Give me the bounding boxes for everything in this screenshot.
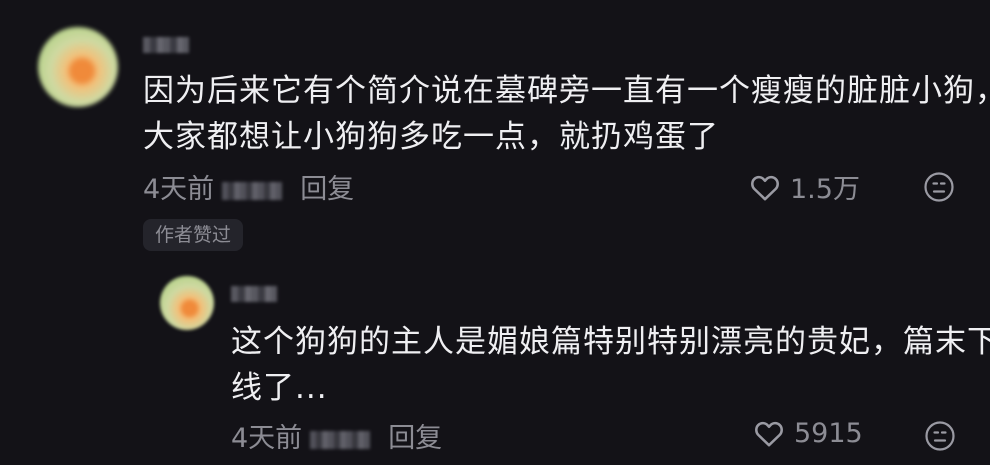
comment-text-line-2: 线了...	[231, 370, 328, 406]
comment-text-line-2: 大家都想让小狗狗多吃一点，就扔鸡蛋了	[143, 119, 719, 155]
username-blurred[interactable]	[231, 286, 277, 302]
comment-meta: 4天前 回复	[143, 167, 354, 206]
comment-meta: 4天前 回复	[231, 416, 442, 455]
like-button[interactable]: 5915	[752, 416, 863, 450]
location-blurred	[222, 181, 283, 200]
author-liked-badge: 作者赞过	[143, 219, 244, 251]
comment-time: 4天前	[143, 174, 215, 205]
comment-text-line-1: 这个狗狗的主人是媚娘篇特别特别漂亮的贵妃，篇末下	[231, 324, 990, 360]
comment-time: 4天前	[231, 423, 303, 454]
heart-icon	[751, 175, 779, 200]
location-blurred	[310, 430, 371, 449]
dislike-face-icon[interactable]	[923, 171, 955, 203]
comment-text-line-1: 因为后来它有个简介说在墓碑旁一直有一个瘦瘦的脏脏小狗，	[143, 73, 990, 109]
reply-button[interactable]: 回复	[300, 174, 354, 205]
reply-button[interactable]: 回复	[388, 423, 442, 454]
heart-icon	[755, 421, 783, 447]
like-count: 1.5万	[790, 174, 860, 205]
username-blurred[interactable]	[143, 37, 189, 53]
dislike-face-icon[interactable]	[924, 420, 956, 452]
avatar[interactable]	[160, 276, 214, 330]
like-count: 5915	[794, 417, 863, 449]
avatar[interactable]	[38, 27, 118, 107]
like-button[interactable]: 1.5万	[748, 167, 860, 206]
